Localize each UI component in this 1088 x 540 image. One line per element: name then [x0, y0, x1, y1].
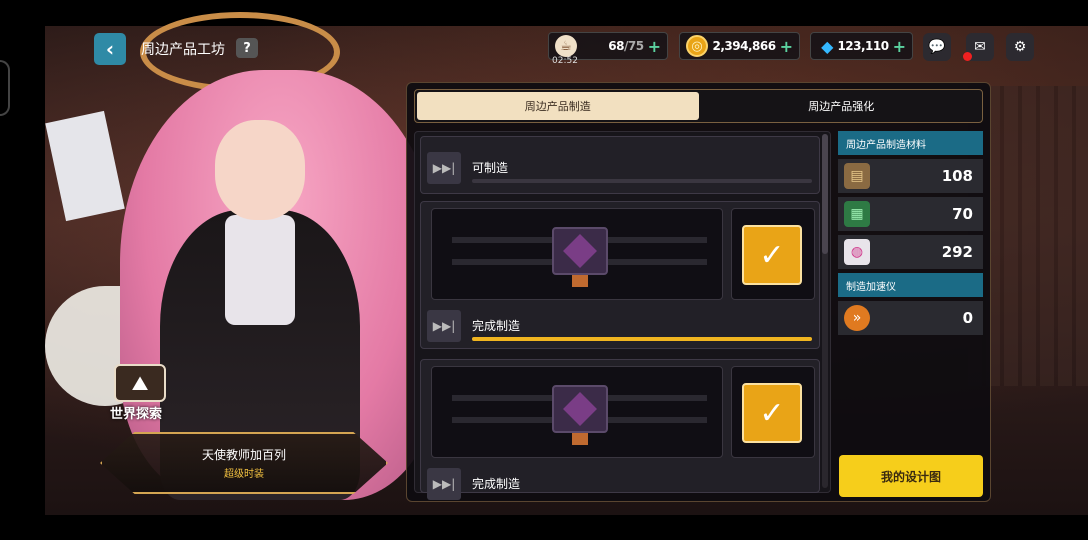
material-circuit: ▦ 70	[838, 197, 983, 231]
paint-bucket-icon: ◍	[844, 239, 870, 265]
slot-status: 完成制造	[472, 477, 521, 491]
material-count: 108	[941, 167, 973, 185]
accelerator-header: 制造加速仪	[838, 273, 983, 297]
stamina-value: 68	[608, 39, 624, 53]
add-gold-button[interactable]: +	[780, 37, 793, 56]
coin-icon: ◎	[686, 35, 708, 57]
machine-nozzle	[572, 275, 588, 287]
skip-button[interactable]: ▶▶|	[427, 310, 461, 342]
skip-button[interactable]: ▶▶|	[427, 152, 461, 184]
chat-button[interactable]: 💬	[923, 33, 951, 61]
material-count: 292	[941, 243, 973, 261]
collect-frame: ✓	[731, 366, 815, 458]
accelerator-item: » 0	[838, 301, 983, 335]
stamina-max: /75	[624, 39, 644, 53]
slot-status: 完成制造	[472, 319, 521, 333]
checkmark-icon: ✓	[759, 237, 785, 273]
back-button[interactable]: ‹	[94, 33, 126, 65]
slot-progress	[472, 337, 812, 341]
character-face	[215, 120, 305, 220]
side-drawer-handle[interactable]	[0, 60, 10, 116]
chat-bubble-icon: 💬	[928, 39, 946, 55]
circuit-board-icon: ▦	[844, 201, 870, 227]
production-machine	[431, 208, 723, 300]
production-machine	[431, 366, 723, 458]
gem-value: 123,110	[837, 39, 889, 53]
gold-counter: ◎ 2,394,866 +	[679, 32, 800, 60]
envelope-icon: ✉	[974, 39, 986, 55]
scrollbar-thumb[interactable]	[822, 134, 828, 254]
character-nameplate[interactable]	[100, 432, 388, 494]
collect-button[interactable]: ✓	[742, 225, 802, 285]
production-slot: ✓ ▶▶| 完成制造	[420, 201, 820, 349]
material-wood: ▤ 108	[838, 159, 983, 193]
my-designs-button[interactable]: 我的设计图	[839, 455, 983, 497]
mountain-icon: ⛰	[114, 364, 166, 402]
fast-forward-icon: »	[844, 305, 870, 331]
notification-dot	[963, 52, 972, 61]
slot-status-row: ▶▶| 可制造	[421, 147, 821, 189]
production-slot: ✓ ▶▶| 完成制造	[420, 359, 820, 500]
skip-button[interactable]: ▶▶|	[427, 468, 461, 500]
slot-progress	[472, 179, 812, 183]
character-costume-tag: 超级时装	[224, 469, 264, 480]
material-paint: ◍ 292	[838, 235, 983, 269]
tab-manufacture[interactable]: 周边产品制造	[417, 92, 699, 120]
character-shirt	[225, 215, 295, 325]
slot-status: 可制造	[472, 161, 509, 175]
machine-nozzle	[572, 433, 588, 445]
character-name: 天使教师加百列	[201, 448, 286, 462]
materials-header: 周边产品制造材料	[838, 131, 983, 155]
collect-frame: ✓	[731, 208, 815, 300]
diamond-icon: ◆	[821, 36, 834, 56]
machine-core	[552, 227, 608, 275]
chevron-left-icon: ‹	[105, 37, 115, 61]
material-count: 70	[952, 205, 973, 223]
gold-value: 2,394,866	[712, 39, 777, 53]
wood-plank-icon: ▤	[844, 163, 870, 189]
machine-core	[552, 385, 608, 433]
tab-enhance[interactable]: 周边产品强化	[701, 90, 983, 122]
help-button[interactable]: ?	[236, 38, 258, 58]
production-slot: ▶▶| 可制造	[420, 136, 820, 194]
checkmark-icon: ✓	[759, 395, 785, 431]
accelerator-count: 0	[962, 309, 973, 327]
add-gem-button[interactable]: +	[893, 37, 906, 56]
slot-status-row: ▶▶| 完成制造	[421, 463, 821, 505]
slot-progress-fill	[472, 337, 812, 341]
page-title: 周边产品工坊	[141, 42, 225, 58]
tab-bar: 周边产品制造 周边产品强化	[414, 89, 983, 123]
add-stamina-button[interactable]: +	[648, 37, 661, 56]
stamina-timer: 02:52	[552, 56, 578, 66]
slot-status-row: ▶▶| 完成制造	[421, 305, 821, 347]
paper-sheet	[45, 110, 125, 222]
coffee-icon: ☕	[555, 35, 577, 57]
settings-button[interactable]: ⚙	[1006, 33, 1034, 61]
collect-button[interactable]: ✓	[742, 383, 802, 443]
gem-counter: ◆ 123,110 +	[810, 32, 913, 60]
world-explore-label: 世界探索	[110, 407, 163, 422]
gear-icon: ⚙	[1013, 39, 1027, 55]
